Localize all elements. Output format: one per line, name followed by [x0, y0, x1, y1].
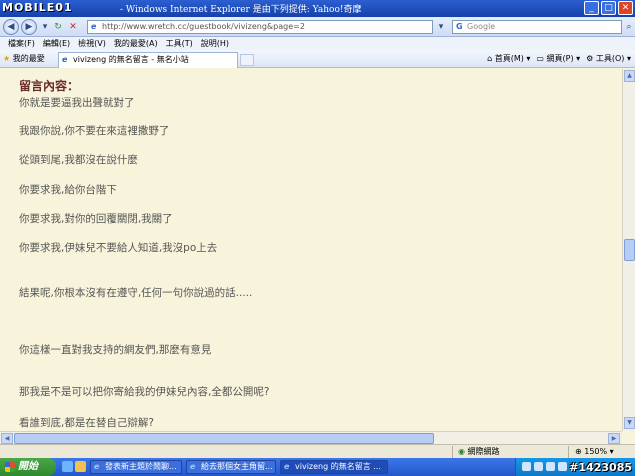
message-line: 你這樣一直對我支持的網友們,那麼有意見 — [19, 344, 212, 356]
tray-volume-icon[interactable] — [534, 462, 543, 471]
favorites-label: 我的最愛 — [12, 54, 45, 63]
zoom-control[interactable]: ⊕ 150% ▾ — [575, 446, 614, 458]
menu-view[interactable]: 檢視(V) — [74, 37, 110, 50]
globe-icon: ◉ — [458, 447, 465, 456]
zoom-level: 150% — [584, 447, 608, 456]
watermark: #1423085 — [569, 461, 632, 474]
start-button[interactable]: 開始 — [0, 458, 56, 476]
menu-tools[interactable]: 工具(T) — [162, 37, 197, 50]
home-button[interactable]: ⌂ 首頁(M) ▾ — [487, 53, 530, 65]
address-go-icon[interactable]: ▾ — [435, 21, 447, 33]
mobile01-logo: MOBILE01 — [2, 1, 73, 14]
menu-help[interactable]: 說明(H) — [197, 37, 233, 50]
favorites-button[interactable]: ★ 我的最愛 — [3, 53, 45, 65]
window-title: - Windows Internet Explorer 是由下列提供: Yaho… — [120, 5, 362, 15]
stop-icon[interactable]: ✕ — [67, 21, 79, 33]
tray-network-icon[interactable] — [522, 462, 531, 471]
taskbar: 開始 發表新主題於鬧聊... 給去那個女主角留... vivizeng 的無名留… — [0, 458, 635, 476]
refresh-icon[interactable]: ↻ — [52, 21, 64, 33]
scroll-up-icon[interactable]: ▲ — [624, 70, 635, 82]
security-zone[interactable]: ◉ 網際網路 — [458, 446, 500, 458]
tab-current-page[interactable]: vivizeng 的無名留言 - 無名小站 — [58, 52, 238, 68]
menu-file[interactable]: 檔案(F) — [4, 37, 39, 50]
search-icon[interactable]: ⌕ — [623, 21, 635, 33]
menu-edit[interactable]: 編輯(E) — [39, 37, 74, 50]
system-tray: #1423085 — [515, 458, 635, 476]
message-line: 從頭到尾,我都沒在說什麼 — [19, 154, 138, 166]
taskbar-item-active[interactable]: vivizeng 的無名留言 ... — [280, 460, 388, 474]
tools-button[interactable]: ⚙ 工具(O) ▾ — [586, 53, 631, 65]
vertical-scroll-thumb[interactable] — [624, 239, 635, 261]
folder-quicklaunch-icon[interactable] — [75, 461, 86, 472]
favorites-bar: ★ 我的最愛 vivizeng 的無名留言 - 無名小站 ⌂ 首頁(M) ▾ ▭… — [0, 50, 635, 68]
tray-app-icon[interactable] — [546, 462, 555, 471]
status-bar: ◉ 網際網路 ⊕ 150% ▾ — [0, 444, 635, 458]
page-content: 留言內容： 你就是要逼我出聲就對了 我跟你說,你不要在來這裡撒野了 從頭到尾,我… — [0, 69, 622, 431]
menu-favorites[interactable]: 我的最愛(A) — [110, 37, 162, 50]
forward-button[interactable]: ▶ — [21, 19, 37, 35]
menu-bar: 檔案(F) 編輯(E) 檢視(V) 我的最愛(A) 工具(T) 說明(H) — [0, 37, 635, 50]
minimize-icon[interactable]: _ — [584, 1, 599, 15]
address-input[interactable]: http://www.wretch.cc/guestbook/vivizeng&… — [87, 20, 433, 34]
address-toolbar: ◀ ▶ ▾ ↻ ✕ http://www.wretch.cc/guestbook… — [0, 17, 635, 37]
vertical-scrollbar[interactable]: ▲ ▼ — [622, 69, 635, 431]
ie-quicklaunch-icon[interactable] — [62, 461, 73, 472]
zoom-icon: ⊕ — [575, 447, 582, 456]
title-bar: MOBILE01 - Windows Internet Explorer 是由下… — [0, 0, 635, 17]
tray-app-icon[interactable] — [558, 462, 567, 471]
star-icon: ★ — [3, 54, 11, 63]
close-icon[interactable]: ✕ — [618, 1, 633, 15]
scroll-left-icon[interactable]: ◀ — [1, 433, 13, 444]
maximize-icon[interactable]: □ — [601, 1, 616, 15]
window-controls: _ □ ✕ — [584, 1, 633, 15]
scroll-right-icon[interactable]: ▶ — [608, 433, 620, 444]
history-dropdown-icon[interactable]: ▾ — [39, 21, 51, 33]
message-line: 那我是不是可以把你寄給我的伊妹兒內容,全都公開呢? — [19, 386, 270, 398]
status-divider — [452, 446, 453, 458]
horizontal-scrollbar[interactable]: ◀ ▶ — [0, 431, 622, 444]
message-line: 結果呢,你根本沒有在遵守,任何一句你說過的話..... — [19, 287, 253, 299]
search-input[interactable]: Google — [452, 20, 622, 34]
zone-label: 網際網路 — [467, 447, 500, 456]
taskbar-item[interactable]: 給去那個女主角留... — [186, 460, 276, 474]
message-line: 看誰到底,都是在替自己辯解? — [19, 417, 154, 429]
message-line: 你要求我,給你台階下 — [19, 184, 117, 196]
page-button[interactable]: ▭ 網頁(P) ▾ — [536, 53, 580, 65]
message-line: 我跟你說,你不要在來這裡撒野了 — [19, 125, 170, 137]
taskbar-item[interactable]: 發表新主題於鬧聊... — [90, 460, 182, 474]
status-divider — [568, 446, 569, 458]
scroll-down-icon[interactable]: ▼ — [624, 417, 635, 429]
horizontal-scroll-thumb[interactable] — [14, 433, 434, 444]
new-tab-button[interactable] — [240, 54, 254, 66]
back-button[interactable]: ◀ — [3, 19, 19, 35]
message-line: 你就是要逼我出聲就對了 — [19, 97, 135, 109]
command-bar: ⌂ 首頁(M) ▾ ▭ 網頁(P) ▾ ⚙ 工具(O) ▾ — [487, 53, 631, 65]
message-line: 你要求我,伊妹兒不要給人知道,我沒po上去 — [19, 242, 218, 254]
message-line: 你要求我,對你的回覆關閉,我關了 — [19, 213, 173, 225]
message-heading: 留言內容： — [19, 79, 80, 93]
